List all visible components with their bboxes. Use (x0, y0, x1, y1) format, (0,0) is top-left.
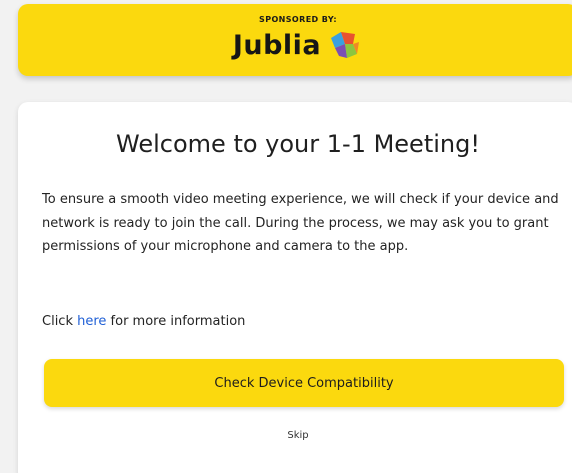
jublia-logo-icon (331, 32, 360, 58)
check-device-compatibility-button[interactable]: Check Device Compatibility (44, 359, 564, 407)
welcome-description: To ensure a smooth video meeting experie… (42, 192, 559, 254)
skip-link[interactable]: Skip (18, 430, 572, 441)
info-here-link[interactable]: here (77, 314, 106, 329)
page: SPONSORED BY: Jublia Welcome to your 1-1… (0, 0, 572, 473)
sponsor-caption: SPONSORED BY: (259, 15, 337, 24)
sponsor-banner: SPONSORED BY: Jublia (18, 4, 572, 76)
welcome-title: Welcome to your 1-1 Meeting! (116, 130, 480, 158)
sponsor-logo-wordmark: Jublia (232, 30, 322, 61)
info-line: Click here for more information (42, 312, 245, 332)
sponsor-logo: Jublia (18, 28, 572, 64)
info-prefix: Click (42, 314, 78, 329)
info-suffix: for more information (106, 314, 246, 329)
welcome-card: Welcome to your 1-1 Meeting! To ensure a… (18, 102, 572, 473)
